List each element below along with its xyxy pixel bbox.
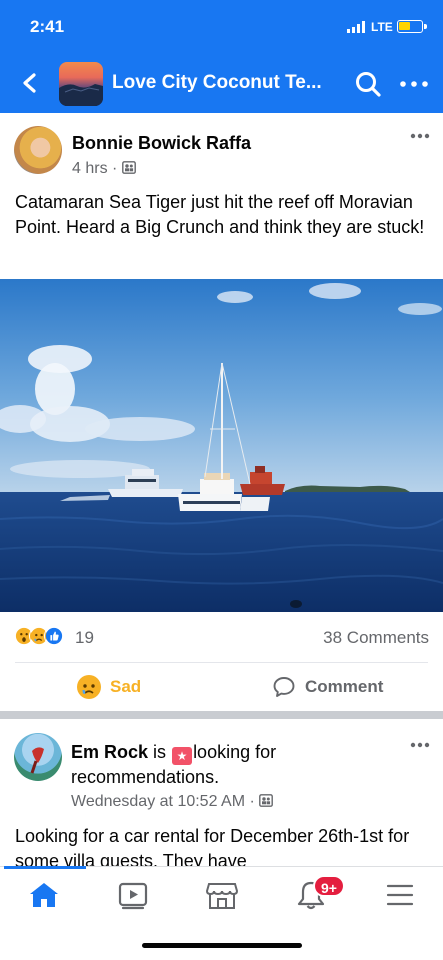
home-icon[interactable]	[24, 879, 64, 911]
chevron-left-icon[interactable]	[16, 68, 44, 98]
comment-label: Comment	[305, 677, 384, 696]
sad-reaction-icon	[77, 675, 101, 699]
like-reaction-icon	[44, 626, 64, 646]
notification-badge: 9+	[313, 875, 345, 897]
group-cover-thumbnail[interactable]	[59, 62, 103, 106]
divider	[15, 662, 428, 663]
menu-icon[interactable]	[380, 879, 420, 911]
group-header: Love City Coconut Te...	[0, 56, 443, 113]
post-photo[interactable]	[0, 279, 443, 612]
status-time: 2:41	[30, 17, 65, 36]
post-text: Catamaran Sea Tiger just hit the reef of…	[15, 192, 425, 237]
avatar[interactable]	[14, 126, 62, 174]
post-options-icon[interactable]	[410, 133, 430, 139]
meta-separator: ·	[112, 160, 122, 177]
post-author-line: Em Rock is ★ looking for recommendations.	[71, 740, 391, 790]
post-options-icon[interactable]	[410, 742, 430, 748]
status-bar: 2:41 LTE	[0, 0, 443, 56]
video-icon[interactable]	[113, 879, 153, 911]
sad-reaction-button[interactable]: Sad	[76, 672, 141, 702]
cellular-signal-icon	[347, 21, 365, 33]
post-time[interactable]: Wednesday at 10:52 AM	[71, 793, 245, 810]
meta-separator: ·	[249, 793, 260, 810]
feed-separator	[0, 711, 443, 719]
post-author[interactable]: Em Rock	[71, 742, 148, 762]
star-flag-icon: ★	[172, 747, 193, 765]
comment-button[interactable]: Comment	[272, 672, 383, 702]
comments-count[interactable]: 38 Comments	[323, 628, 429, 648]
group-audience-icon	[259, 794, 274, 807]
more-horizontal-icon[interactable]	[400, 81, 428, 87]
post-time[interactable]: 4 hrs	[72, 160, 108, 177]
is-text: is	[153, 742, 167, 762]
group-audience-icon	[121, 161, 136, 174]
active-tab-indicator	[4, 866, 86, 869]
reaction-count: 19	[75, 628, 94, 647]
home-indicator[interactable]	[142, 943, 302, 948]
marketplace-icon[interactable]	[202, 879, 242, 911]
post-meta: 4 hrs ·	[72, 160, 136, 178]
group-title[interactable]: Love City Coconut Te...	[112, 72, 322, 94]
comment-icon	[273, 677, 295, 697]
battery-icon	[397, 20, 427, 33]
sad-label: Sad	[110, 677, 142, 696]
post-meta: Wednesday at 10:52 AM ·	[71, 793, 274, 811]
network-label: LTE	[371, 20, 393, 34]
avatar[interactable]	[14, 733, 62, 781]
post-author[interactable]: Bonnie Bowick Raffa	[72, 133, 251, 154]
search-icon[interactable]	[354, 70, 382, 98]
